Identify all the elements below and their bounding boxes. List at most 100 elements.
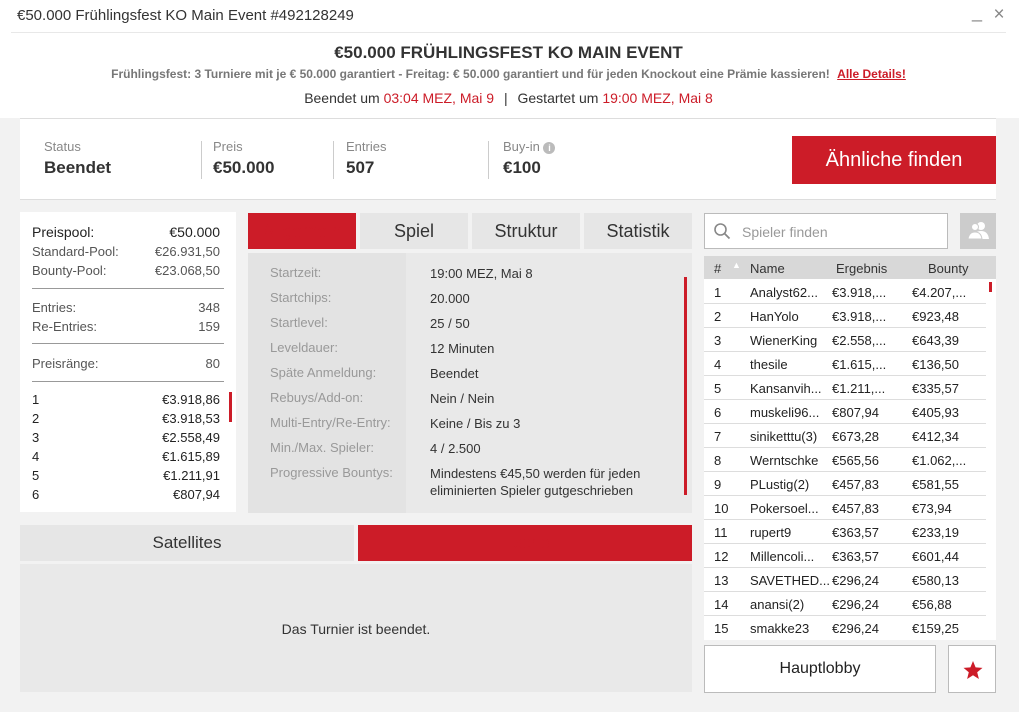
table-row[interactable]: 11 rupert9 €363,57 €233,19 <box>704 520 986 544</box>
payout-rank: 2 <box>32 411 40 426</box>
table-row[interactable]: 8 Werntschke €565,56 €1.062,... <box>704 448 986 472</box>
bounty-pool-label: Bounty-Pool: <box>32 263 107 278</box>
prize-value: €50.000 <box>213 158 275 177</box>
prize-pool-panel: Preispool: €50.000 Standard-Pool: €26.93… <box>20 212 236 512</box>
find-similar-button[interactable]: Ähnliche finden <box>792 136 996 184</box>
pool-entries-label: Entries: <box>32 300 77 315</box>
entries-cell: Entries 507 <box>346 139 386 178</box>
row-name: Pokersoel... <box>750 501 819 516</box>
row-rank: 14 <box>714 597 729 612</box>
close-button[interactable]: × <box>990 4 1008 26</box>
row-result: €363,57 <box>832 525 879 540</box>
details-scrollbar[interactable] <box>684 277 687 495</box>
table-row[interactable]: 15 smakke23 €296,24 €159,25 <box>704 616 986 640</box>
users-icon <box>967 222 989 240</box>
header-rank[interactable]: # <box>714 261 721 276</box>
row-result: €296,24 <box>832 573 879 588</box>
detail-value: Nein / Nein <box>430 391 495 406</box>
table-row[interactable]: 14 anansi(2) €296,24 €56,88 <box>704 592 986 616</box>
tab-statistik[interactable]: Statistik <box>584 213 692 249</box>
row-bounty: €159,25 <box>912 621 959 636</box>
tab-spiel[interactable]: Spiel <box>360 213 468 249</box>
player-table: # ▲ Name Ergebnis Bounty 1 Analyst62... … <box>704 256 996 640</box>
header-name[interactable]: Name <box>750 261 785 276</box>
row-rank: 10 <box>714 501 729 516</box>
tab-satellites[interactable]: Satellites <box>20 525 354 561</box>
search-placeholder: Spieler finden <box>742 224 828 240</box>
payout-amount: €807,94 <box>173 487 220 502</box>
subtitle-text: Frühlingsfest: 3 Turniere mit je € 50.00… <box>111 67 830 81</box>
standard-pool-value: €26.931,50 <box>154 244 220 259</box>
payout-amount: €3.918,86 <box>162 392 220 407</box>
table-row[interactable]: 4 thesile €1.615,... €136,50 <box>704 352 986 376</box>
header-bounty[interactable]: Bounty <box>928 261 968 276</box>
table-row[interactable]: 7 siniketttu(3) €673,28 €412,34 <box>704 424 986 448</box>
friends-button[interactable] <box>960 213 996 249</box>
summary-bar: Status Beendet Preis €50.000 Entries 507… <box>20 118 996 200</box>
minimize-button[interactable]: _ <box>968 2 986 23</box>
row-result: €673,28 <box>832 429 879 444</box>
payout-rank: 4 <box>32 449 40 464</box>
row-rank: 2 <box>714 309 722 324</box>
table-row[interactable]: 5 Kansanvih... €1.211,... €335,57 <box>704 376 986 400</box>
row-result: €807,94 <box>832 405 879 420</box>
row-name: HanYolo <box>750 309 799 324</box>
row-bounty: €1.062,... <box>912 453 967 468</box>
table-row[interactable]: 6 muskeli96... €807,94 €405,93 <box>704 400 986 424</box>
table-row[interactable]: 13 SAVETHED... €296,24 €580,13 <box>704 568 986 592</box>
detail-label: Startchips: <box>270 290 332 305</box>
table-row[interactable]: 12 Millencoli... €363,57 €601,44 <box>704 544 986 568</box>
title-bar: €50.000 Frühlingsfest KO Main Event #492… <box>0 0 1019 32</box>
prizepool-value: €50.000 <box>169 224 220 240</box>
detail-value: Keine / Bis zu 3 <box>430 416 521 431</box>
detail-value: 12 Minuten <box>430 341 495 356</box>
tab-allgemein[interactable]: Allgemein <box>248 213 356 249</box>
divider <box>201 141 202 179</box>
row-bounty: €580,13 <box>912 573 959 588</box>
table-row[interactable]: 9 PLustig(2) €457,83 €581,55 <box>704 472 986 496</box>
row-result: €1.211,... <box>832 381 886 396</box>
info-icon[interactable]: i <box>543 141 556 154</box>
player-search-input[interactable]: Spieler finden <box>704 213 948 249</box>
detail-label: Progressive Bountys: <box>270 465 393 480</box>
table-row[interactable]: 3 WienerKing €2.558,... €643,39 <box>704 328 986 352</box>
row-bounty: €405,93 <box>912 405 959 420</box>
row-name: siniketttu(3) <box>750 429 818 444</box>
row-bounty: €412,34 <box>912 429 959 444</box>
prize-ranks-value: 80 <box>205 356 220 371</box>
payout-rank: 5 <box>32 468 40 483</box>
main-lobby-button[interactable]: Hauptlobby <box>704 645 936 693</box>
tournament-header: €50.000 FRÜHLINGSFEST KO MAIN EVENT Früh… <box>11 32 1006 118</box>
tab-tische[interactable]: Tische <box>358 525 692 561</box>
entries-value: 507 <box>346 158 375 177</box>
table-row[interactable]: 10 Pokersoel... €457,83 €73,94 <box>704 496 986 520</box>
table-row[interactable]: 2 HanYolo €3.918,... €923,48 <box>704 304 986 328</box>
player-table-scrollbar[interactable] <box>989 282 992 292</box>
row-name: WienerKing <box>750 333 818 348</box>
bottom-panel: Das Turnier ist beendet. <box>20 564 692 692</box>
row-rank: 7 <box>714 429 722 444</box>
header-result[interactable]: Ergebnis <box>836 261 887 276</box>
payout-amount: €3.918,53 <box>162 411 220 426</box>
row-rank: 1 <box>714 285 722 300</box>
row-name: Analyst62... <box>750 285 818 300</box>
row-name: thesile <box>750 357 788 372</box>
bottom-tabs: Satellites Tische <box>20 525 692 561</box>
table-row[interactable]: 1 Analyst62... €3.918,... €4.207,... <box>704 280 986 304</box>
row-bounty: €581,55 <box>912 477 959 492</box>
row-name: smakke23 <box>750 621 810 636</box>
started-label: Gestartet um <box>517 90 599 106</box>
time-separator: | <box>503 90 508 106</box>
status-label: Status <box>44 139 81 154</box>
favorite-button[interactable] <box>948 645 996 693</box>
detail-value: 20.000 <box>430 291 470 306</box>
details-link[interactable]: Alle Details! <box>837 67 906 81</box>
row-rank: 6 <box>714 405 722 420</box>
sort-ascending-icon: ▲ <box>732 260 741 270</box>
detail-value: Beendet <box>430 366 479 381</box>
buyin-cell: Buy-in i €100 <box>503 139 556 178</box>
prize-ranks-label: Preisränge: <box>32 356 99 371</box>
payout-scrollbar[interactable] <box>229 392 232 422</box>
tab-struktur[interactable]: Struktur <box>472 213 580 249</box>
entries-label: Entries <box>346 139 387 154</box>
